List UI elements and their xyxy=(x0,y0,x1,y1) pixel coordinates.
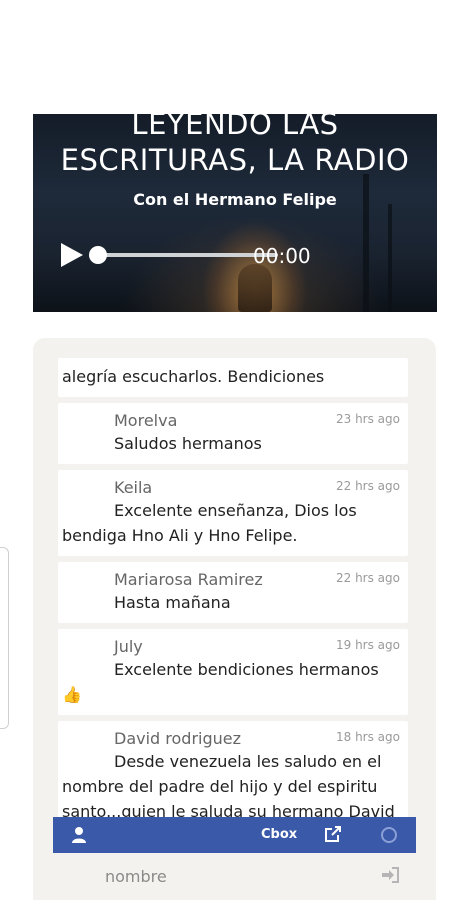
chat-message: Keila 22 hrs ago Excelente enseñanza, Di… xyxy=(58,470,408,556)
chat-message: July 19 hrs ago Excelente bendiciones he… xyxy=(58,629,408,715)
chat-message: David rodriguez 18 hrs ago Desde venezue… xyxy=(58,721,408,818)
message-user[interactable]: Morelva xyxy=(114,411,177,430)
cbox-brand-link[interactable]: Cbox xyxy=(261,827,297,842)
name-input[interactable] xyxy=(103,862,347,890)
message-time: 19 hrs ago xyxy=(335,638,400,652)
play-icon[interactable] xyxy=(59,242,85,268)
message-text: Hasta mañana xyxy=(114,593,231,612)
message-user[interactable]: Mariarosa Ramirez xyxy=(114,570,263,589)
name-row xyxy=(53,858,416,894)
chat-box: alegría escucharlos. Bendiciones Morelva… xyxy=(33,338,436,900)
message-time: 23 hrs ago xyxy=(335,412,400,426)
message-text: Excelente bendiciones hermanos 👍 xyxy=(62,660,379,704)
radio-player: LEYENDO LAS ESCRITURAS, LA RADIO Con el … xyxy=(33,114,437,312)
chat-message: alegría escucharlos. Bendiciones xyxy=(58,358,408,397)
message-user[interactable]: July xyxy=(114,637,143,656)
tree-silhouette xyxy=(388,204,392,312)
message-user[interactable]: David rodriguez xyxy=(114,729,241,748)
message-time: 22 hrs ago xyxy=(335,571,400,585)
sign-in-icon[interactable] xyxy=(381,867,399,883)
status-circle-icon xyxy=(381,827,397,843)
chat-message: Mariarosa Ramirez 22 hrs ago Hasta mañan… xyxy=(58,562,408,623)
message-text: Desde venezuela les saludo en el nombre … xyxy=(62,752,395,818)
chat-toolbar: Cbox xyxy=(53,817,416,853)
chat-message: Morelva 23 hrs ago Saludos hermanos xyxy=(58,403,408,464)
message-text: alegría escucharlos. Bendiciones xyxy=(62,367,325,386)
side-drawer-handle[interactable] xyxy=(0,547,9,729)
external-link-icon[interactable] xyxy=(324,825,342,843)
player-time: 00:00 xyxy=(253,244,311,268)
player-title: LEYENDO LAS ESCRITURAS, LA RADIO xyxy=(60,114,410,177)
message-user[interactable]: Keila xyxy=(114,478,152,497)
user-icon[interactable] xyxy=(71,826,87,844)
message-text: Excelente enseñanza, Dios los bendiga Hn… xyxy=(62,501,357,545)
message-time: 18 hrs ago xyxy=(335,730,400,744)
player-subtitle: Con el Hermano Felipe xyxy=(133,190,337,209)
background-figure xyxy=(238,264,272,312)
progress-knob[interactable] xyxy=(89,246,107,264)
message-text: Saludos hermanos xyxy=(114,434,262,453)
message-list[interactable]: alegría escucharlos. Bendiciones Morelva… xyxy=(58,358,408,818)
progress-track[interactable] xyxy=(98,253,278,257)
message-time: 22 hrs ago xyxy=(335,479,400,493)
